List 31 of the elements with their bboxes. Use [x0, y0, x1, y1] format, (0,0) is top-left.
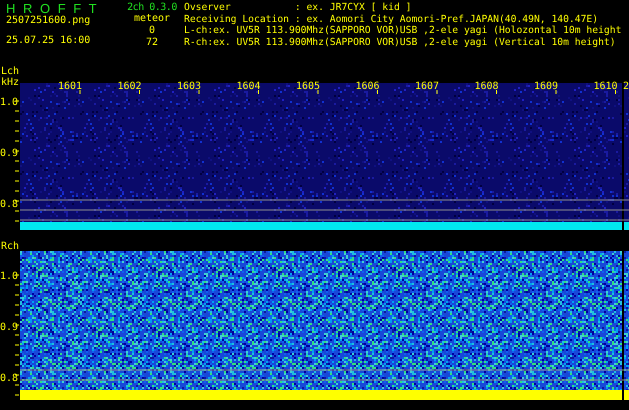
- frequency-tick-label: 1.0: [0, 97, 18, 108]
- frequency-tick-label: 0.8: [0, 199, 18, 210]
- channel-label: Rch: [1, 241, 20, 252]
- time-tick-label: 1610: [594, 81, 618, 92]
- frequency-tick-label: 0.9: [0, 322, 18, 333]
- time-tick-label: 1603: [177, 81, 202, 92]
- time-tick-label: 1602: [118, 81, 142, 92]
- meteor-count: 72: [146, 37, 158, 49]
- frequency-tick-label: 1.0: [0, 271, 18, 282]
- time-tick-label: 1601: [58, 81, 82, 92]
- time-tick-label: 2: [623, 81, 629, 92]
- meteor-label: meteor: [134, 13, 170, 25]
- info-line: R-ch:ex. UV5R 113.900Mhz(SAPPORO VOR)USB ,2-ele yagi (Vertical 10m height): [184, 36, 617, 48]
- info-line: Ovserver : ex. JR7CYX [ kid ]: [184, 2, 412, 14]
- info-line: L-ch:ex. UV5R 113.900Mhz(SAPPORO VOR)USB ,2-ele yagi (Holozontal 10m height: [184, 25, 622, 36]
- frequency-tick-label: 0.8: [0, 373, 18, 384]
- file-name: 2507251600.png: [6, 15, 92, 27]
- time-tick-label: 1606: [356, 81, 380, 92]
- time-tick-label: 1609: [534, 81, 558, 92]
- frequency-tick-label: 0.9: [0, 148, 18, 159]
- time-tick-label: 1605: [296, 81, 320, 92]
- time-tick-label: 1608: [474, 81, 499, 92]
- version-label: 2ch 0.3.0: [127, 2, 177, 13]
- info-line: Receiving Location : ex. Aomori City Aomori-Pref.JAPAN(40.49N, 140.47E): [184, 14, 600, 25]
- meteor-count: 0: [148, 25, 156, 37]
- unit-label: kHz: [1, 77, 20, 88]
- channel-label: Lch: [1, 66, 20, 77]
- app-title: H R O F F T: [6, 2, 100, 15]
- time-tick-label: 1604: [236, 81, 261, 92]
- time-tick-label: 1607: [415, 81, 440, 92]
- date-time: 25.07.25 16:00: [6, 35, 92, 47]
